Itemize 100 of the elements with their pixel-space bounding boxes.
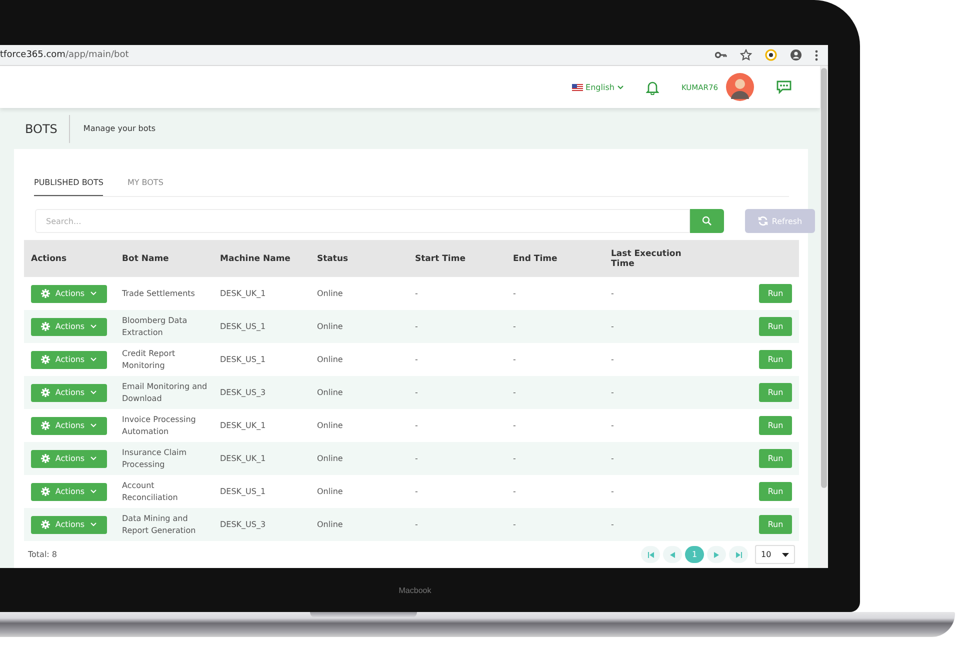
run-button[interactable]: Run (759, 284, 792, 303)
chevron-icon (90, 291, 97, 296)
table-cell-text: Credit Report Monitoring (122, 348, 176, 371)
previous-page-button[interactable] (663, 546, 682, 563)
column-header: Actions (31, 254, 67, 264)
table-cell: DESK_US_1 (220, 486, 266, 496)
actions-button[interactable]: Actions (31, 318, 107, 336)
gear-icon (41, 355, 50, 364)
run-button[interactable]: Run (759, 416, 792, 435)
page-subtitle: Manage your bots (83, 124, 156, 133)
table-cell: Online (317, 454, 343, 463)
table-cell: - (513, 454, 516, 463)
chevron-icon (617, 84, 624, 90)
gear-icon (41, 421, 50, 430)
run-button[interactable]: Run (759, 449, 792, 468)
table-cell: - (415, 354, 418, 364)
account-icon[interactable] (790, 49, 802, 61)
tab[interactable]: PUBLISHED BOTS (34, 170, 104, 196)
actions-button[interactable]: Actions (31, 416, 107, 434)
table-cell: - (611, 288, 614, 298)
gear-icon (41, 322, 50, 331)
previous-icon (670, 552, 675, 558)
table-cell: - (611, 454, 614, 463)
table-cell-text: Invoice Processing Automation (122, 414, 197, 437)
table-cell: DESK_UK_1 (220, 454, 266, 463)
table-cell: Online (317, 288, 343, 298)
run-button[interactable]: Run (759, 350, 792, 369)
column-header: Start Time (415, 254, 466, 264)
chevron-icon (90, 423, 97, 428)
total-count: Total: 8 (28, 550, 58, 559)
table-cell: - (513, 288, 516, 298)
extension-icon[interactable] (765, 49, 777, 61)
search-field[interactable]: Search... (35, 209, 690, 233)
tab[interactable]: MY BOTS (127, 170, 164, 196)
table-cell: DESK_US_1 (220, 354, 266, 364)
run-button[interactable]: Run (759, 383, 792, 402)
key-icon[interactable] (715, 51, 727, 59)
column-header: Last Execution Time (611, 248, 682, 268)
gear-icon (41, 487, 50, 496)
avatar[interactable] (726, 73, 754, 101)
table-cell: - (611, 322, 614, 331)
gear-icon (41, 520, 50, 529)
actions-button[interactable]: Actions (31, 482, 107, 500)
page-button[interactable]: 1 (685, 546, 704, 563)
run-button[interactable]: Run (759, 482, 792, 501)
column-header: Machine Name (220, 254, 290, 264)
first-page-icon (648, 552, 654, 558)
table-cell: - (513, 486, 516, 496)
page-size-select[interactable]: 10 (755, 545, 795, 564)
table-cell-text: Email Monitoring and Download (122, 381, 208, 404)
chevron-icon (90, 357, 97, 362)
table-cell: Online (317, 322, 343, 331)
table-cell: Online (317, 388, 343, 397)
table-cell-text: Trade Settlements (122, 288, 196, 300)
actions-button[interactable]: Actions (31, 516, 107, 534)
address-bar[interactable]: tforce365.com/app/main/bot (0, 45, 828, 66)
column-header: Bot Name (122, 254, 169, 264)
table-cell: DESK_US_3 (220, 388, 266, 397)
actions-button[interactable]: Actions (31, 284, 107, 302)
chat-icon[interactable] (776, 80, 792, 94)
table-cell: - (513, 520, 516, 529)
last-page-button[interactable] (729, 546, 748, 563)
flag-icon (572, 84, 583, 90)
language-selector[interactable]: English (572, 82, 624, 92)
url-host: tforce365.com (0, 50, 66, 60)
search-button[interactable] (690, 209, 724, 233)
refresh-icon (758, 216, 768, 226)
table-cell: - (513, 388, 516, 397)
scrollbar[interactable] (820, 66, 828, 568)
star-icon[interactable] (740, 49, 752, 61)
run-button[interactable]: Run (759, 515, 792, 534)
search-icon (702, 216, 712, 226)
table-cell: Online (317, 520, 343, 529)
chevron-icon (90, 522, 97, 527)
table-cell: - (611, 354, 614, 364)
chevron-icon (90, 324, 97, 329)
chevron-icon (90, 456, 97, 461)
chevron-icon (90, 489, 97, 494)
first-page-button[interactable] (641, 546, 660, 563)
menu-icon[interactable] (815, 50, 818, 60)
bell-icon[interactable] (646, 80, 660, 94)
table-cell: DESK_US_3 (220, 520, 266, 529)
actions-button[interactable]: Actions (31, 384, 107, 402)
table-cell: - (611, 420, 614, 430)
table-cell: - (415, 420, 418, 430)
table-cell: - (611, 388, 614, 397)
table-cell: - (513, 420, 516, 430)
next-page-button[interactable] (707, 546, 726, 563)
actions-button[interactable]: Actions (31, 350, 107, 368)
gear-icon (41, 454, 50, 463)
table-cell-text: Bloomberg Data Extraction (122, 315, 188, 338)
table-cell-text: Data Mining and Report Generation (122, 513, 197, 536)
table-cell: - (415, 388, 418, 397)
table-cell: - (611, 486, 614, 496)
caret-icon (782, 552, 789, 556)
column-header: End Time (513, 254, 558, 264)
column-header: Status (317, 254, 348, 264)
run-button[interactable]: Run (759, 317, 792, 336)
actions-button[interactable]: Actions (31, 450, 107, 468)
last-page-icon (736, 552, 742, 558)
